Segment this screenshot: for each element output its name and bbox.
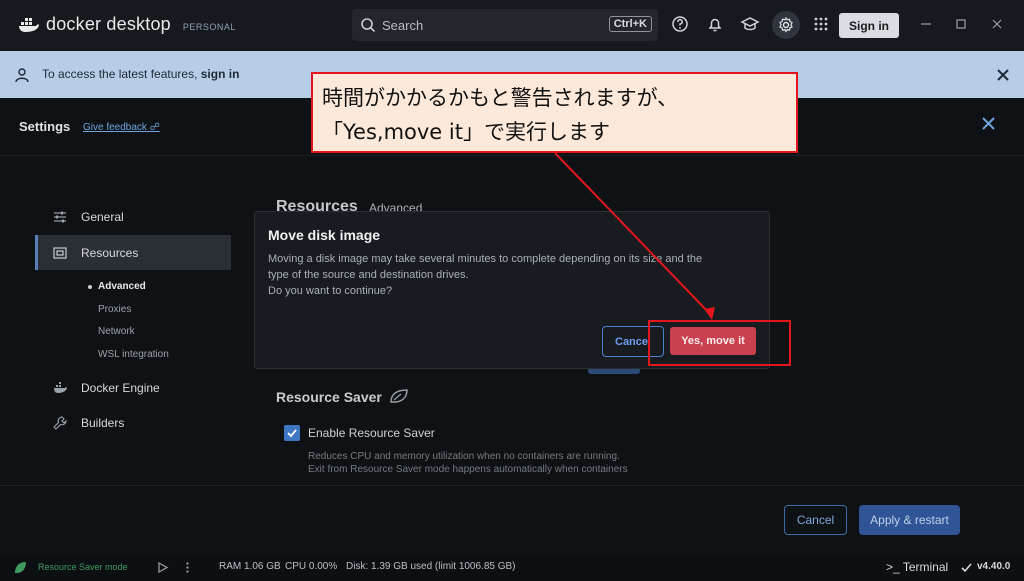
version-label: v4.40.0 [977,561,1011,572]
sidebar-item-docker-engine[interactable]: Docker Engine [35,370,231,405]
sign-in-button[interactable]: Sign in [839,13,899,38]
sliders-icon [54,211,66,222]
sidebar-item-builders[interactable]: Builders [35,405,231,440]
minimize-icon[interactable] [919,17,933,31]
disk-usage: Disk: 1.39 GB used (limit 1006.85 GB) [346,561,516,572]
feedback-icon: ☍ [149,122,160,133]
wrench-icon [53,415,67,430]
resource-saver-leaf-icon [15,562,26,573]
brand-name: docker desktop [46,14,171,34]
more-vertical-icon[interactable] [181,561,194,574]
learning-center-icon[interactable] [740,14,760,34]
apply-restart-button[interactable]: Apply & restart [859,505,960,535]
resource-saver-label: Enable Resource Saver [308,426,435,440]
dialog-message-line-3: Do you want to continue? [268,285,393,297]
sidebar-item-general[interactable]: General [35,199,231,234]
ram-usage: RAM 1.06 GB [219,561,281,572]
terminal-icon: >_ [886,560,900,574]
give-feedback-label: Give feedback [83,122,147,133]
plan-badge: PERSONAL [182,21,236,32]
bell-icon[interactable] [705,14,725,34]
sidebar-subitem-advanced[interactable]: Advanced [98,281,146,292]
callout-line-2: 「Yes,move it」で実行します [322,120,610,144]
sidebar-item-label: Builders [81,415,125,430]
resource-saver-checkbox[interactable] [284,425,300,441]
whale-icon [54,381,67,393]
sidebar-subitem-network[interactable]: Network [98,326,135,337]
dialog-message-line-2: type of the source and destination drive… [268,269,469,281]
active-subitem-dot [88,285,92,289]
banner-message: To access the latest features, sign in [42,67,239,81]
settings-title: Settings [19,119,71,134]
resource-saver-description-2: Exit from Resource Saver mode happens au… [308,464,628,475]
cpu-usage: CPU 0.00% [285,561,338,572]
banner-text: To access the latest features, [42,67,201,81]
banner-close-icon[interactable] [997,69,1009,81]
sidebar-subitem-wsl-integration[interactable]: WSL integration [98,349,169,360]
sidebar-item-label: Resources [81,245,139,260]
terminal-label: Terminal [902,560,949,574]
settings-close-icon[interactable] [982,117,995,130]
cancel-button[interactable]: Cancel [784,505,847,535]
settings-button[interactable] [772,11,800,39]
user-icon [15,68,29,83]
top-bar: docker desktop PERSONAL Search Ctrl+K Si… [0,0,1024,51]
sidebar-item-resources[interactable]: Resources [35,235,231,270]
resource-saver-description-1: Reduces CPU and memory utilization when … [308,451,620,462]
apps-grid-icon[interactable] [811,14,831,34]
resources-icon [53,246,67,259]
search-placeholder: Search [382,17,424,33]
docker-whale-icon [19,17,39,32]
check-icon [961,563,972,573]
gear-icon [779,16,793,33]
annotation-highlight-box [648,320,791,366]
help-icon[interactable] [670,14,690,34]
dialog-title: Move disk image [268,227,381,243]
play-icon[interactable] [156,561,169,574]
leaf-icon [390,389,408,403]
sidebar-item-label: Docker Engine [81,380,160,395]
callout-line-1: 時間がかかるかもと警告されますが、 [322,86,679,110]
resource-saver-status: Resource Saver mode [38,562,128,572]
footer-divider [0,485,1024,486]
header-divider [0,155,1024,156]
terminal-button[interactable]: >_ Terminal [886,560,948,574]
dialog-message-line-1: Moving a disk image may take several min… [268,253,703,265]
sidebar-item-label: General [81,209,124,224]
search-shortcut: Ctrl+K [608,16,652,32]
window-close-icon[interactable] [990,17,1004,31]
brand: docker desktop PERSONAL [18,14,236,35]
give-feedback-link[interactable]: Give feedback ☍ [83,122,160,133]
search-input[interactable]: Search Ctrl+K [352,9,658,41]
resource-saver-title: Resource Saver [276,389,382,405]
annotation-callout: 時間がかかるかもと警告されますが、 「Yes,move it」で実行します [311,72,798,153]
sidebar-subitem-proxies[interactable]: Proxies [98,304,131,315]
search-icon [361,18,376,33]
banner-sign-in-link[interactable]: sign in [201,67,240,81]
maximize-icon[interactable] [954,17,968,31]
checkmark-icon [287,429,297,438]
